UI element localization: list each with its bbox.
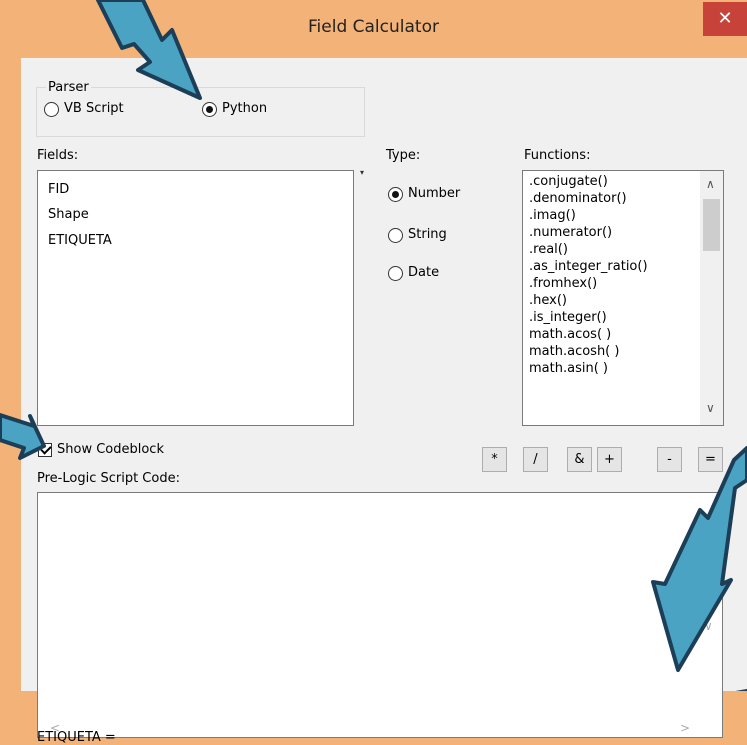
arrow-annotation xyxy=(96,0,202,100)
annotation-overlay xyxy=(0,0,747,691)
expression-label: ETIQUETA = xyxy=(37,730,116,745)
arrow-annotation xyxy=(651,446,747,672)
arrow-annotation xyxy=(0,413,46,460)
scroll-right-icon[interactable]: > xyxy=(680,721,690,735)
